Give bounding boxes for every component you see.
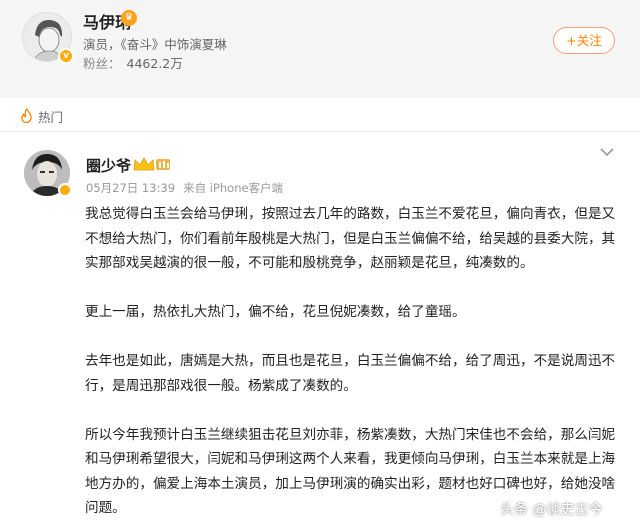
hot-section-header: 热门 [0, 98, 640, 132]
profile-card: v 马伊琍 ♛ 演员，《奋斗》中饰演夏琳 粉丝： 4462.2万 +关注 [0, 0, 640, 86]
profile-description: 演员，《奋斗》中饰演夏琳 [83, 37, 227, 52]
fans-count: 4462.2万 [126, 56, 183, 71]
watermark: 头条 @谈史古今 [500, 502, 603, 518]
post-content: 我总觉得白玉兰会给马伊琍，按照过去几年的路数，白玉兰不爱花旦，偏向青衣，但是又不… [85, 202, 625, 531]
member-crown-icon: ♛ [121, 10, 137, 26]
post-author-name[interactable]: 圈少爷 [86, 155, 131, 176]
follow-button[interactable]: +关注 [553, 27, 615, 54]
post-paragraph: 我总觉得白玉兰会给马伊琍，按照过去几年的路数，白玉兰不爱花旦，偏向青衣，但是又不… [85, 206, 616, 271]
post-date[interactable]: 05月27日 13:39 [86, 181, 175, 195]
post-meta: 05月27日 13:39 来自 iPhone客户端 [86, 180, 291, 196]
vip-crown-icon [133, 157, 170, 171]
post-paragraph: 去年也是如此，唐嫣是大热，而且也是花旦，白玉兰偏偏不给，给了周迅，不是说周迅不行… [85, 353, 616, 394]
fans-label: 粉丝： [83, 56, 121, 71]
verified-badge-icon: v [58, 48, 74, 64]
post-paragraph: 更上一届，热依扎大热门，偏不给，花旦倪妮凑数，给了童瑶。 [85, 304, 466, 320]
section-divider [0, 86, 640, 98]
flame-icon [21, 108, 32, 123]
hot-label[interactable]: 热门 [38, 107, 63, 126]
post-source: 来自 iPhone客户端 [183, 181, 284, 195]
author-verified-icon [58, 183, 72, 197]
profile-fans: 粉丝： 4462.2万 [83, 53, 183, 72]
chevron-down-icon[interactable] [600, 147, 614, 157]
